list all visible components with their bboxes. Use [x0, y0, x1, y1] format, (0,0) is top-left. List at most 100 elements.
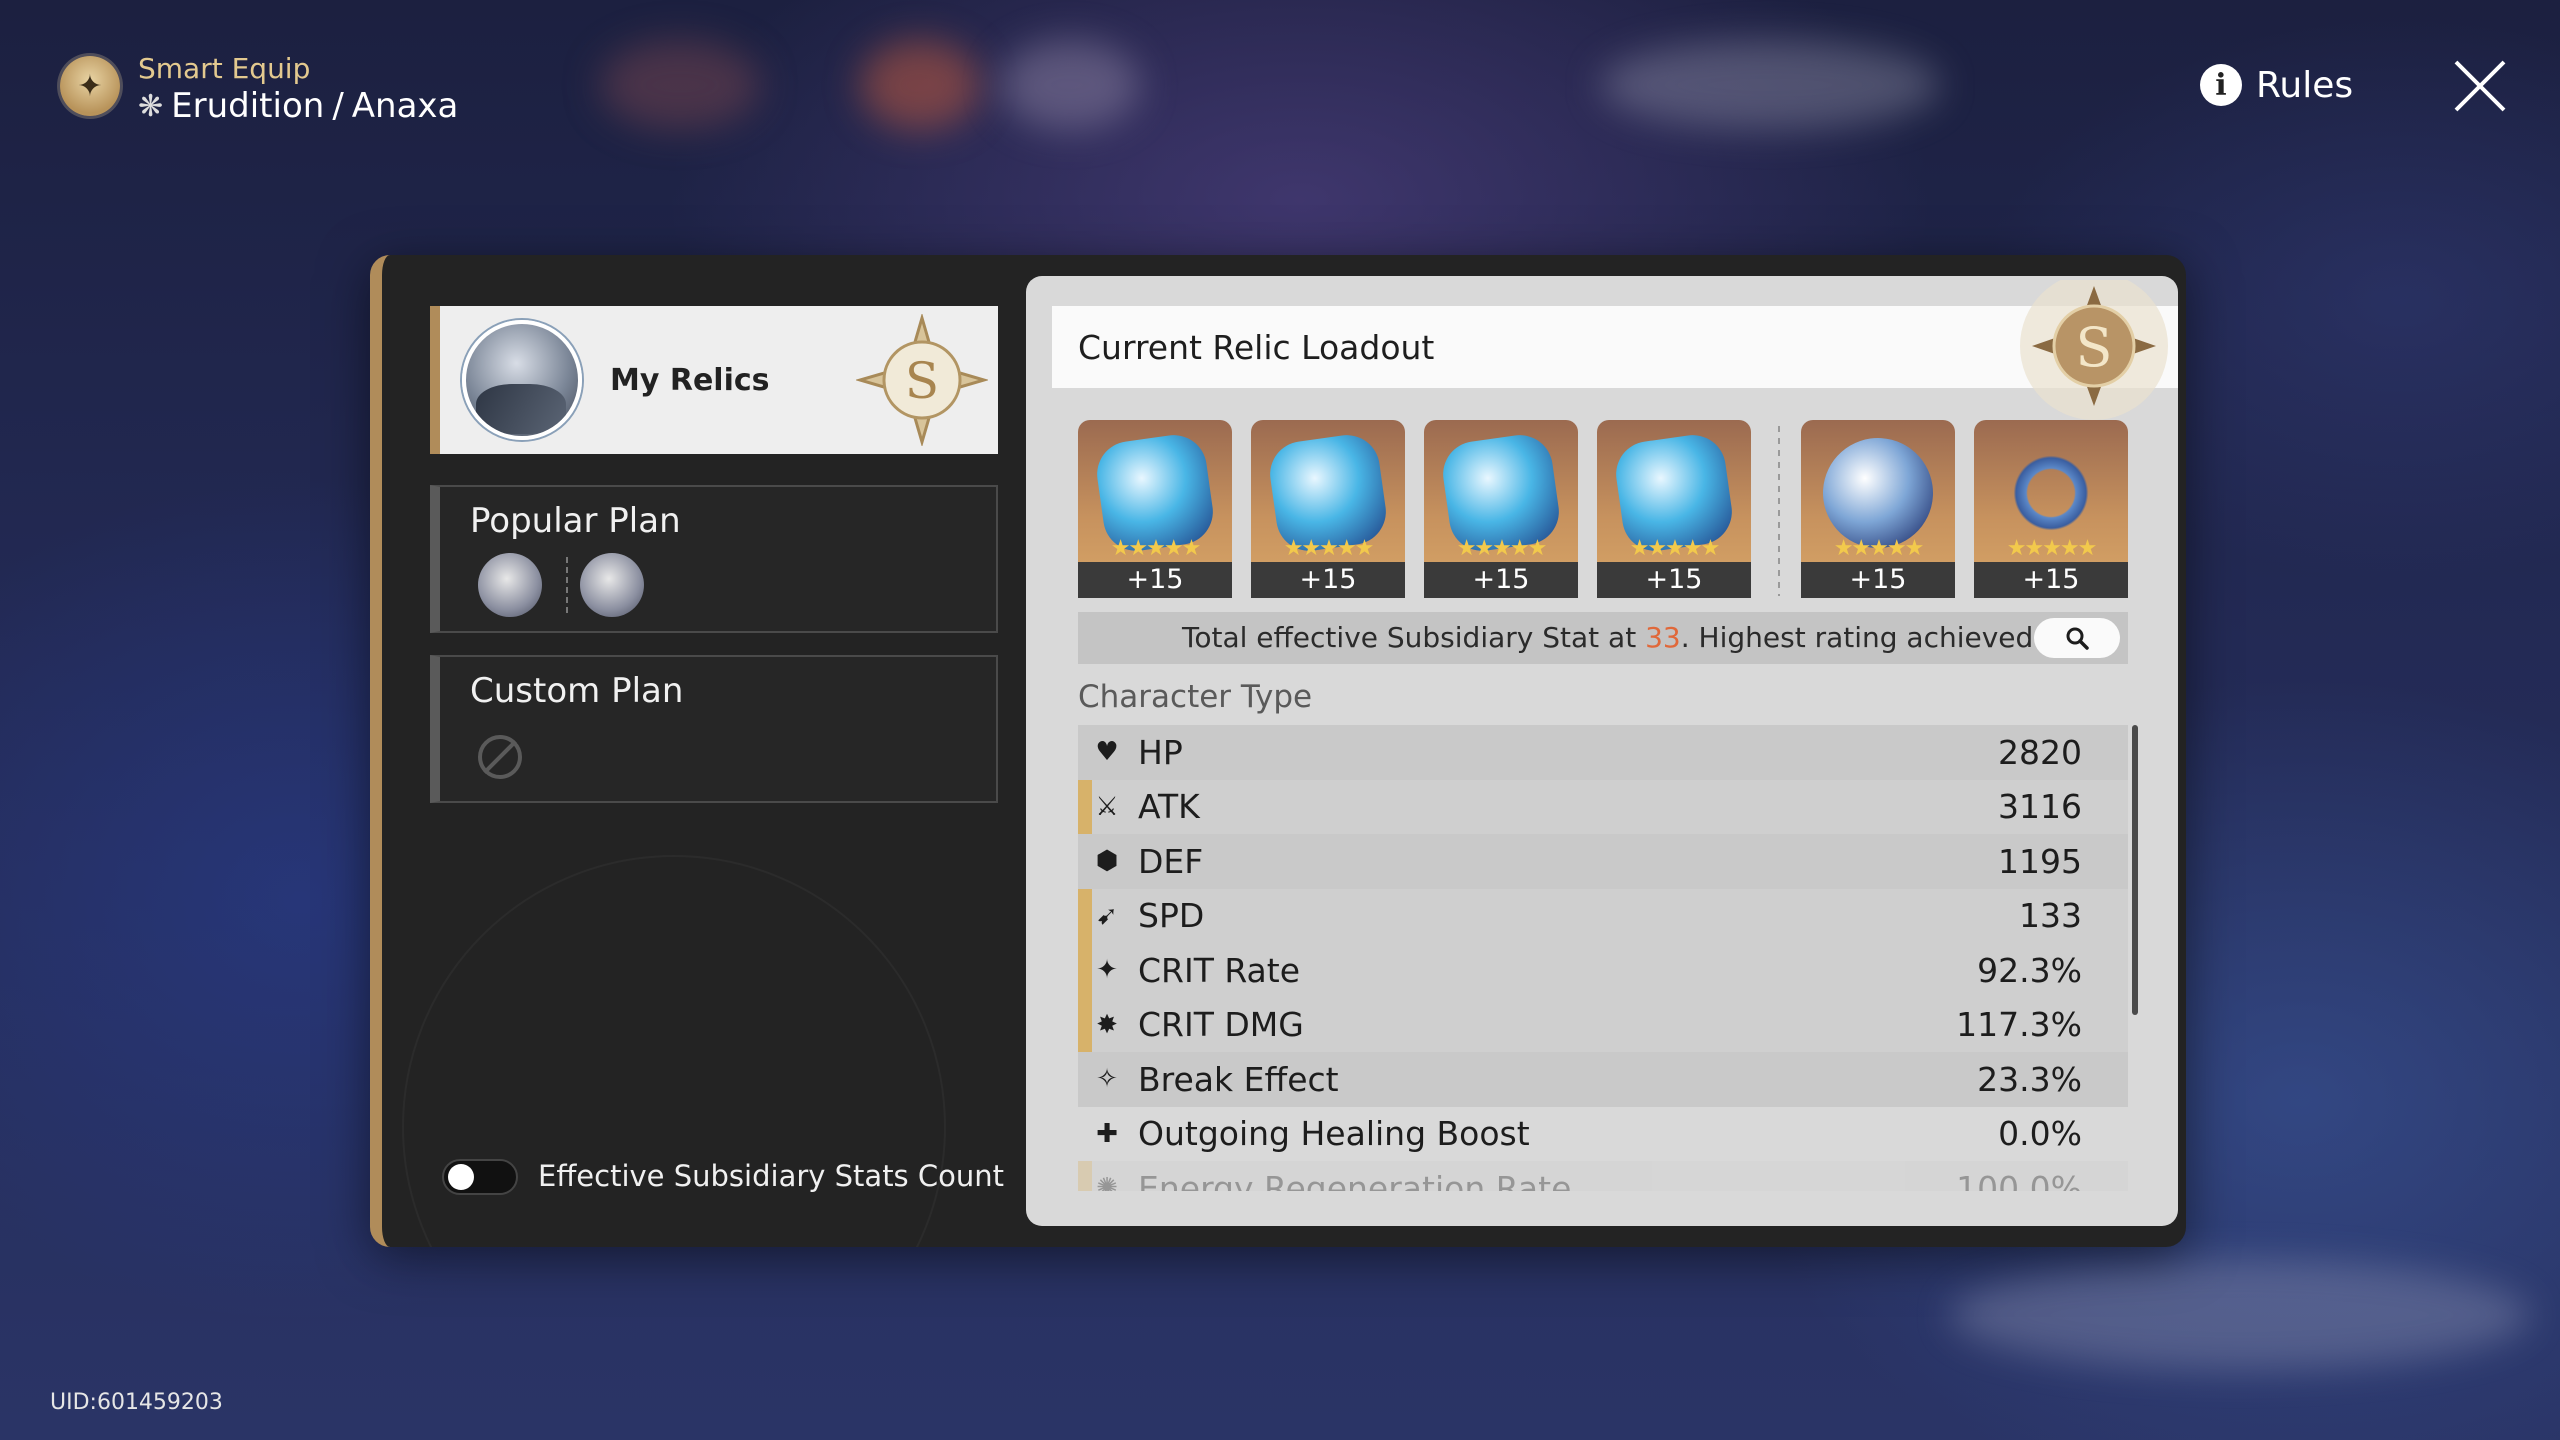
sword-icon: ⚔ — [1095, 791, 1119, 822]
stat-value: 133 — [2019, 896, 2082, 936]
stat-row-crit-dmg: ✸ CRIT DMG 117.3% — [1078, 997, 2128, 1052]
relic-level: +15 — [1597, 562, 1751, 598]
stat-name: CRIT Rate — [1138, 950, 1301, 990]
relic-stars: ★★★★★ — [1833, 536, 1925, 561]
relic-level: +15 — [1801, 562, 1955, 598]
summary-value: 33 — [1645, 621, 1681, 654]
stat-row-atk: ⚔ ATK 3116 — [1078, 779, 2128, 834]
rating-badge-icon: S — [856, 314, 988, 446]
rules-button[interactable]: i Rules — [2200, 64, 2353, 106]
crit-dmg-icon: ✸ — [1096, 1009, 1118, 1040]
avatar — [462, 320, 582, 440]
stat-row-hp: ♥ HP 2820 — [1078, 725, 2128, 780]
title-separator: / — [332, 86, 344, 126]
break-icon: ✧ — [1096, 1064, 1118, 1095]
my-relics-rating: S — [905, 352, 939, 410]
stat-row-spd: ➹ SPD 133 — [1078, 888, 2128, 943]
divider — [1778, 426, 1780, 596]
stat-row-break-effect: ✧ Break Effect 23.3% — [1078, 1052, 2128, 1107]
uid-label: UID:601459203 — [50, 1390, 223, 1415]
info-icon: i — [2200, 64, 2242, 106]
stat-name: DEF — [1138, 841, 1204, 881]
crit-rate-icon: ✦ — [1096, 955, 1118, 986]
popular-plan-card[interactable]: Popular Plan — [430, 485, 998, 633]
close-icon[interactable] — [2452, 58, 2508, 114]
summary-suffix: . Highest rating achieved — [1680, 621, 2034, 654]
stat-name: SPD — [1138, 896, 1205, 936]
stat-name: Break Effect — [1138, 1059, 1339, 1099]
toggle-knob — [448, 1164, 474, 1190]
background-blur — [600, 40, 760, 130]
stat-name: CRIT DMG — [1138, 1005, 1304, 1045]
my-relics-tab[interactable]: My Relics S — [430, 306, 998, 454]
stat-value: 23.3% — [1977, 1059, 2082, 1099]
relic-level: +15 — [1251, 562, 1405, 598]
stat-name: HP — [1138, 732, 1183, 772]
effective-stats-toggle[interactable] — [442, 1159, 518, 1195]
shield-icon: ⬢ — [1095, 846, 1119, 877]
relic-level: +15 — [1974, 562, 2128, 598]
stat-value: 92.3% — [1977, 950, 2082, 990]
stat-name: ATK — [1138, 787, 1200, 827]
loadout-rating: S — [2076, 316, 2113, 379]
boot-icon: ➹ — [1096, 900, 1118, 931]
stat-row-energy-regen: ✺ Energy Regeneration Rate 100.0% — [1078, 1161, 2128, 1191]
relic-slot-body[interactable]: ★★★★★ +15 — [1424, 420, 1578, 598]
relic-slot-feet[interactable]: ★★★★★ +15 — [1597, 420, 1751, 598]
path-name: Erudition — [171, 86, 325, 126]
my-relics-label: My Relics — [610, 362, 770, 398]
stat-name: Energy Regeneration Rate — [1138, 1168, 1572, 1191]
summary-prefix: Total effective Subsidiary Stat at — [1182, 621, 1646, 654]
plan-relic-icon — [580, 553, 644, 617]
loadout-pane: Current Relic Loadout S ★★★★★ +15 ★★★★★ … — [1026, 276, 2178, 1226]
stat-value: 2820 — [1998, 732, 2082, 772]
stat-row-crit-rate: ✦ CRIT Rate 92.3% — [1078, 943, 2128, 998]
relic-slot-sphere[interactable]: ★★★★★ +15 — [1801, 420, 1955, 598]
stats-scrollbar[interactable] — [2132, 725, 2138, 1015]
relic-stars: ★★★★★ — [2006, 536, 2098, 561]
stats-list[interactable]: ♥ HP 2820 ⚔ ATK 3116 ⬢ DEF 1195 ➹ SPD 13… — [1078, 725, 2128, 1191]
loadout-rating-badge-icon: S — [2020, 280, 2168, 420]
background-blur — [1000, 40, 1140, 130]
heart-icon: ♥ — [1095, 737, 1119, 768]
relic-stars: ★★★★★ — [1110, 536, 1202, 561]
magnifier-button[interactable] — [2034, 618, 2120, 658]
character-name: Anaxa — [351, 86, 459, 126]
empty-slot-icon — [478, 735, 522, 779]
relic-level: +15 — [1078, 562, 1232, 598]
loadout-title: Current Relic Loadout — [1078, 328, 1435, 367]
relic-stars: ★★★★★ — [1283, 536, 1375, 561]
relic-slot-rope[interactable]: ★★★★★ +15 — [1974, 420, 2128, 598]
stat-row-def: ⬢ DEF 1195 — [1078, 834, 2128, 889]
substat-summary-bar: Total effective Subsidiary Stat at 33. H… — [1078, 612, 2128, 664]
search-icon — [2066, 627, 2089, 650]
toggle-label: Effective Subsidiary Stats Count — [538, 1159, 1005, 1193]
background-blur — [860, 40, 980, 130]
relic-stars: ★★★★★ — [1629, 536, 1721, 561]
relic-stars: ★★★★★ — [1456, 536, 1548, 561]
stat-value: 117.3% — [1956, 1005, 2082, 1045]
energy-icon: ✺ — [1096, 1173, 1118, 1191]
plan-relic-icon — [478, 553, 542, 617]
background-blur — [1600, 40, 1940, 130]
character-type-label: Character Type — [1078, 679, 1313, 715]
stat-value: 100.0% — [1956, 1168, 2082, 1191]
stat-value: 1195 — [1998, 841, 2082, 881]
background-blur — [1950, 1260, 2530, 1370]
relic-slot-hands[interactable]: ★★★★★ +15 — [1251, 420, 1405, 598]
stat-name: Outgoing Healing Boost — [1138, 1114, 1530, 1154]
relic-level: +15 — [1424, 562, 1578, 598]
custom-plan-card[interactable]: Custom Plan — [430, 655, 998, 803]
relic-slot-head[interactable]: ★★★★★ +15 — [1078, 420, 1232, 598]
relic-slots: ★★★★★ +15 ★★★★★ +15 ★★★★★ +15 ★★★★★ +15 — [1078, 420, 2138, 600]
header-title: ❋ Erudition / Anaxa — [138, 86, 458, 126]
loadout-header: Current Relic Loadout — [1052, 306, 2178, 388]
erudition-path-icon: ❋ — [138, 88, 164, 124]
custom-plan-label: Custom Plan — [470, 671, 684, 711]
stat-value: 3116 — [1998, 787, 2082, 827]
stat-value: 0.0% — [1998, 1114, 2082, 1154]
rules-label: Rules — [2256, 64, 2354, 106]
smart-equip-panel: My Relics S Popular Plan Custom Plan Eff… — [370, 255, 2186, 1247]
divider — [566, 557, 568, 615]
header-subtitle: Smart Equip — [138, 52, 311, 85]
